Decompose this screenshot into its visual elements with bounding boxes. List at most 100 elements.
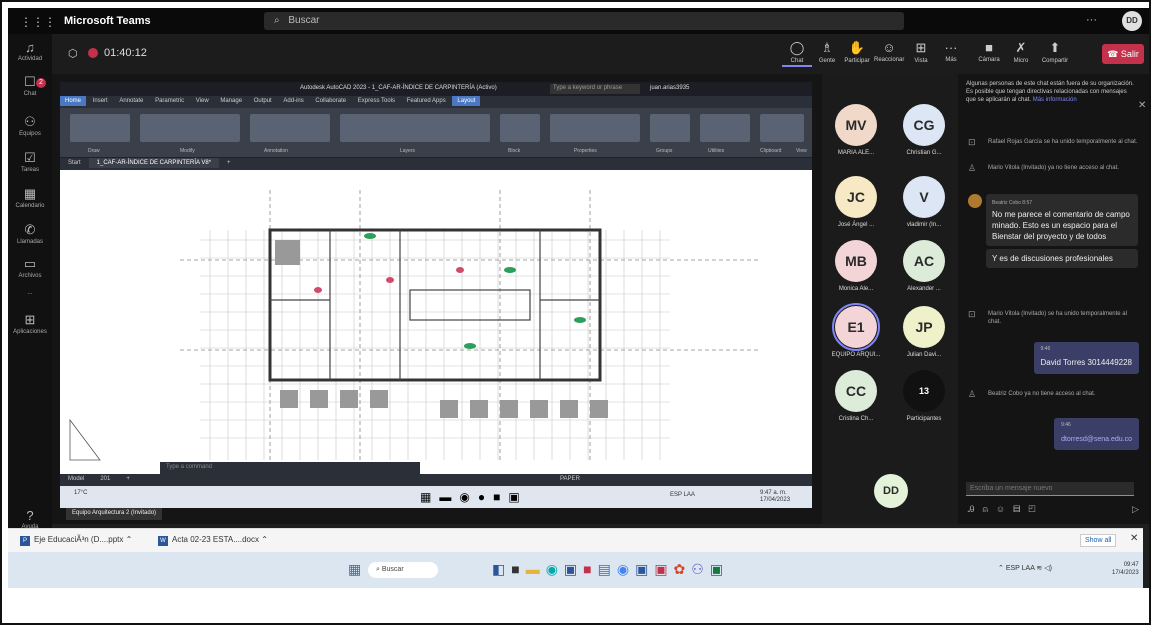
- utilities-tools[interactable]: [700, 114, 750, 142]
- download-item[interactable]: P Eje EducaciÃ³n (D....pptx ⌃: [20, 535, 132, 546]
- cad-drawing-area[interactable]: [60, 170, 812, 462]
- share-button[interactable]: ⬆ Compartir: [1040, 40, 1070, 64]
- attach-icon[interactable]: ⍝: [983, 504, 996, 514]
- participant-tile[interactable]: E1 EQUIPO ARQUI...: [822, 303, 890, 358]
- chrome-icon[interactable]: ◉: [617, 561, 635, 577]
- rail-item-apps[interactable]: ⊞ Aplicaciones: [8, 312, 52, 335]
- leave-button[interactable]: ☎ Salir: [1102, 44, 1144, 64]
- layout-tab-model[interactable]: Model: [60, 474, 92, 484]
- message-bubble[interactable]: Y es de discusiones profesionales: [986, 249, 1138, 268]
- layers-tools[interactable]: [340, 114, 490, 142]
- folder-icon[interactable]: ▬: [526, 561, 546, 577]
- ribbon-tab[interactable]: Featured Apps: [402, 96, 451, 106]
- rail-item-activity[interactable]: ♫ Actividad: [8, 40, 52, 62]
- app-icon[interactable]: ▣: [564, 561, 583, 577]
- people-button[interactable]: ♗ Gente: [812, 40, 842, 64]
- chat-button[interactable]: ◯ Chat: [782, 40, 812, 67]
- ribbon-tab[interactable]: Layout: [452, 96, 481, 106]
- command-line[interactable]: Type a command: [160, 462, 420, 474]
- participant-tile[interactable]: CG Christian G...: [890, 104, 958, 156]
- more-button[interactable]: ··· Más: [936, 40, 966, 63]
- rail-item-tasks[interactable]: ☑ Tareas: [8, 150, 52, 173]
- draw-tools[interactable]: [70, 114, 130, 142]
- app-icon[interactable]: ■: [511, 561, 525, 577]
- more-options-icon[interactable]: ···: [1086, 14, 1097, 26]
- format-icon[interactable]: Ꭿ: [968, 504, 983, 514]
- view-button[interactable]: ⊞ Vista: [906, 40, 936, 64]
- react-button[interactable]: ☺ Reaccionar: [874, 40, 904, 63]
- modify-tools[interactable]: [140, 114, 240, 142]
- emoji-icon[interactable]: ☺: [996, 504, 1013, 514]
- participant-tile[interactable]: MV MARIA ALE...: [822, 104, 890, 156]
- gif-icon[interactable]: ▤: [1013, 504, 1028, 514]
- search-input[interactable]: ⌕ Buscar: [264, 12, 904, 30]
- chevron-up-icon[interactable]: ⌃: [126, 535, 133, 544]
- app-icon[interactable]: ■: [583, 561, 597, 577]
- close-icon[interactable]: ✕: [1130, 533, 1138, 544]
- camera-button[interactable]: ■ Cámara: [974, 40, 1004, 63]
- participants-overflow-tile[interactable]: 13 Participantes: [890, 370, 958, 422]
- edge-icon[interactable]: ◉: [546, 561, 564, 577]
- ribbon-tab[interactable]: View: [191, 96, 214, 106]
- user-avatar[interactable]: DD: [1122, 11, 1142, 31]
- ribbon-tab[interactable]: Add-ins: [278, 96, 308, 106]
- rail-item-teams[interactable]: ⚇ Equipos: [8, 114, 52, 137]
- app-icon[interactable]: ◧: [492, 561, 511, 577]
- my-message[interactable]: 9:46 David Torres 3014449228: [1033, 342, 1139, 374]
- autocad-search[interactable]: Type a keyword or phrase: [550, 84, 640, 94]
- ribbon-tab[interactable]: Insert: [88, 96, 113, 106]
- chevron-up-icon[interactable]: ⌃: [261, 535, 268, 544]
- participant-tile[interactable]: Vvladimir (In...: [890, 176, 958, 228]
- properties-tools[interactable]: [550, 114, 640, 142]
- participant-tile[interactable]: JP Julian Davi...: [890, 306, 958, 358]
- groups-tools[interactable]: [650, 114, 690, 142]
- raise-hand-button[interactable]: ✋ Participar: [842, 40, 872, 64]
- new-tab-icon[interactable]: +: [219, 158, 239, 168]
- participant-tile[interactable]: CC Cristina Ch...: [822, 370, 890, 422]
- participant-tile[interactable]: MB Monica Ale...: [822, 240, 890, 292]
- excel-icon[interactable]: ▣: [710, 561, 729, 577]
- ribbon-tab[interactable]: Output: [249, 96, 277, 106]
- notice-more-link[interactable]: Más información: [1033, 97, 1077, 103]
- ribbon-tab[interactable]: Parametric: [150, 96, 189, 106]
- participant-tile[interactable]: JC José Ángel ...: [822, 176, 890, 228]
- rail-item-calendar[interactable]: ▦ Calendario: [8, 186, 52, 209]
- taskbar-clock[interactable]: 09:47 17/4/2023: [1112, 561, 1139, 577]
- word-icon[interactable]: ▣: [635, 561, 654, 577]
- my-message[interactable]: 9:46 dtorresd@sena.edu.co: [1054, 418, 1139, 450]
- outlook-icon[interactable]: ▤: [598, 561, 617, 577]
- rail-item-more[interactable]: ...: [8, 290, 52, 296]
- rail-item-help[interactable]: ? Ayuda: [8, 508, 52, 530]
- ribbon-tab[interactable]: Annotate: [114, 96, 148, 106]
- show-all-button[interactable]: Show all: [1080, 534, 1117, 547]
- message-bubble[interactable]: Beatriz Cobo 8:57 No me parece el comenta…: [986, 194, 1138, 246]
- powerpoint-icon[interactable]: ▣: [654, 561, 673, 577]
- doc-tab-start[interactable]: Start: [60, 158, 89, 168]
- annotation-tools[interactable]: [250, 114, 330, 142]
- rail-item-files[interactable]: ▭ Archivos: [8, 256, 52, 279]
- doc-tab-drawing[interactable]: 1_CAF-AR-ÍNDICE DE CARPINTERÍA V8*: [88, 158, 220, 168]
- app-icon[interactable]: ✿: [674, 561, 692, 577]
- compose-input[interactable]: Escriba un mensaje nuevo: [966, 482, 1134, 496]
- participant-tile[interactable]: AC Alexander ...: [890, 240, 958, 292]
- teams-icon[interactable]: ⚇: [691, 561, 710, 577]
- clipboard-tools[interactable]: [760, 114, 804, 142]
- download-item[interactable]: W Acta 02-23 ESTA....docx ⌃: [158, 535, 268, 546]
- rail-item-chat[interactable]: ☐ Chat: [8, 74, 52, 97]
- block-tools[interactable]: [500, 114, 540, 142]
- sticker-icon[interactable]: ◰: [1028, 504, 1043, 514]
- taskbar-tray[interactable]: ⌃ ESP LAA ≋ ◁): [998, 564, 1052, 572]
- ribbon-tab[interactable]: Collaborate: [310, 96, 351, 106]
- add-layout-icon[interactable]: +: [118, 474, 138, 484]
- mic-button[interactable]: ✗ Micro: [1006, 40, 1036, 64]
- ribbon-tab[interactable]: Manage: [215, 96, 247, 106]
- windows-start-icon[interactable]: ▦: [348, 561, 361, 578]
- send-icon[interactable]: ▷: [1132, 504, 1139, 515]
- taskbar-search[interactable]: ⌕ Buscar: [368, 562, 438, 578]
- close-icon[interactable]: ✕: [1138, 100, 1146, 111]
- app-launcher-icon[interactable]: ⋮⋮⋮: [20, 15, 56, 29]
- ribbon-tab[interactable]: Home: [60, 96, 87, 106]
- ribbon-tab[interactable]: Express Tools: [353, 96, 400, 106]
- rail-item-calls[interactable]: ✆ Llamadas: [8, 222, 52, 245]
- layout-tab-201[interactable]: 201: [92, 474, 118, 484]
